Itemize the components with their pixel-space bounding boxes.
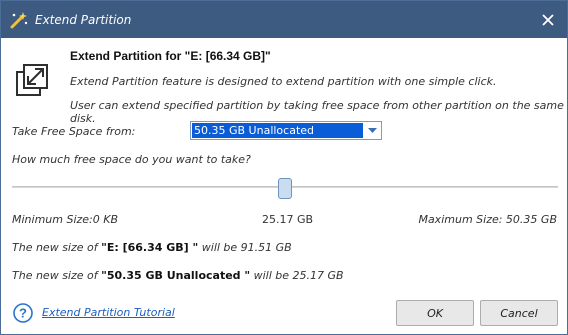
result-1-suffix: will be 91.51 GB (198, 241, 292, 254)
result-2-suffix: will be 25.17 GB (250, 269, 344, 282)
result-2-name: "50.35 GB Unallocated " (101, 269, 251, 282)
result-line-unallocated: The new size of "50.35 GB Unallocated " … (12, 269, 344, 282)
chevron-down-icon[interactable] (363, 122, 381, 139)
expand-arrows-icon (15, 63, 49, 97)
minimum-size-label: Minimum Size:0 KB (12, 213, 119, 226)
maximum-size-label: Maximum Size: 50.35 GB (418, 213, 557, 226)
result-2-prefix: The new size of (12, 269, 102, 282)
extend-partition-dialog: Extend Partition Extend Partition for "E… (0, 0, 568, 335)
dropdown-selected-value: 50.35 GB Unallocated (192, 123, 363, 138)
take-free-space-dropdown[interactable]: 50.35 GB Unallocated (190, 121, 382, 140)
wand-icon (9, 10, 29, 30)
take-free-space-label: Take Free Space from: (12, 125, 136, 138)
current-size-label: 25.17 GB (262, 213, 314, 226)
help-icon[interactable]: ? (13, 303, 33, 323)
close-button[interactable] (535, 7, 561, 33)
close-icon (542, 14, 554, 26)
title-bar: Extend Partition (1, 1, 567, 38)
description-line-1: Extend Partition feature is designed to … (70, 75, 497, 88)
free-space-question-label: How much free space do you want to take? (12, 153, 251, 166)
result-1-prefix: The new size of (12, 241, 102, 254)
result-1-name: "E: [66.34 GB] " (101, 241, 199, 254)
tutorial-link[interactable]: Extend Partition Tutorial (42, 306, 175, 319)
slider-thumb[interactable] (278, 178, 292, 199)
cancel-button[interactable]: Cancel (480, 300, 558, 326)
result-line-partition: The new size of "E: [66.34 GB] " will be… (12, 241, 292, 254)
svg-text:?: ? (19, 306, 27, 321)
window-title: Extend Partition (35, 13, 132, 27)
ok-button[interactable]: OK (396, 300, 474, 326)
dialog-heading: Extend Partition for "E: [66.34 GB]" (70, 49, 271, 63)
